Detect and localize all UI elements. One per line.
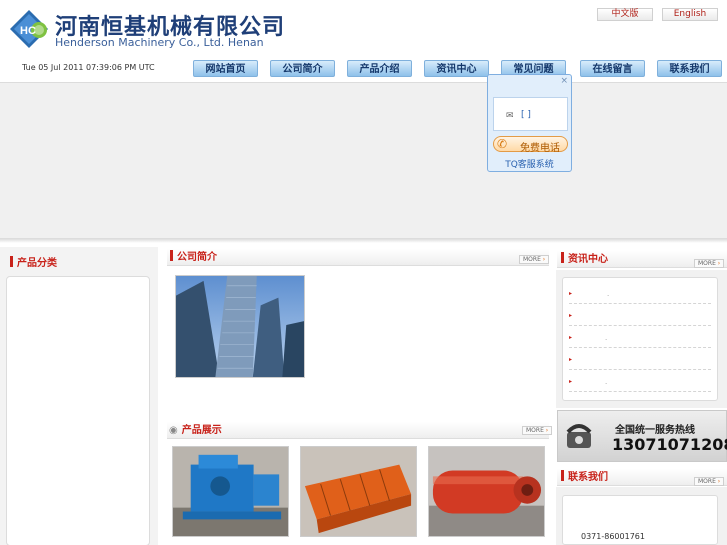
product-image-crusher[interactable] — [172, 446, 289, 537]
company-more-link[interactable]: MORE › — [519, 255, 550, 264]
free-call-button[interactable]: ✆ 免费电话 — [493, 136, 568, 154]
contact-phone: 0371-86001761 — [581, 532, 645, 541]
product-image-ball-mill[interactable] — [428, 446, 545, 537]
banner-divider — [0, 239, 727, 243]
news-item[interactable]: ▸ — [569, 306, 711, 326]
company-building-image — [175, 275, 305, 378]
tq-email-box[interactable]: ✉ [ ] — [493, 97, 568, 131]
phone-icon: ✆ — [497, 137, 508, 151]
company-intro-header — [167, 249, 549, 266]
company-intro-title: 公司简介 — [170, 250, 217, 266]
free-call-label: 免费电话 — [520, 143, 560, 154]
company-logo[interactable]: HC — [8, 8, 50, 50]
svg-text:HC: HC — [20, 25, 36, 37]
telephone-icon — [566, 424, 592, 448]
nav-item-about[interactable]: 公司简介 — [270, 60, 335, 77]
title-marker — [561, 470, 564, 481]
company-name-en: Henderson Machinery Co., Ltd. Henan — [55, 36, 264, 49]
page: HC 河南恒基机械有限公司 Henderson Machinery Co., L… — [0, 0, 727, 545]
banner-area — [0, 82, 727, 239]
tq-email-label: [ ] — [521, 110, 531, 120]
product-showcase-header — [167, 422, 549, 439]
title-marker — [10, 256, 13, 267]
nav-item-news[interactable]: 资讯中心 — [424, 60, 489, 77]
nav-item-contact[interactable]: 联系我们 — [657, 60, 722, 77]
news-item[interactable]: ▸. — [569, 284, 711, 304]
hotline-number: 13071071208 — [612, 435, 727, 454]
tq-chat-widget[interactable]: × ✉ [ ] ✆ 免费电话 TQ客服系统 — [487, 74, 572, 172]
language-english-button[interactable]: English — [662, 8, 718, 21]
tq-system-link[interactable]: TQ客服系统 — [488, 157, 571, 170]
close-icon[interactable]: × — [560, 76, 568, 86]
news-item[interactable]: ▸. — [569, 372, 711, 392]
mail-icon: ✉ — [506, 111, 514, 121]
nav-item-products[interactable]: 产品介绍 — [347, 60, 412, 77]
news-list: ▸. ▸ ▸. ▸ ▸. — [562, 277, 718, 401]
product-category-title: 产品分类 — [10, 256, 57, 272]
product-category-panel — [6, 276, 150, 545]
news-more-link[interactable]: MORE › — [694, 259, 725, 268]
news-item[interactable]: ▸. — [569, 328, 711, 348]
contact-more-link[interactable]: MORE › — [694, 477, 725, 486]
news-center-title: 资讯中心 — [561, 252, 608, 268]
hotline-label: 全国统一服务热线 — [615, 425, 695, 436]
products-more-link[interactable]: MORE › — [522, 426, 553, 435]
nav-item-message[interactable]: 在线留言 — [580, 60, 645, 77]
product-image-screen[interactable] — [300, 446, 417, 537]
service-hotline-banner: 全国统一服务热线 13071071208 — [557, 410, 727, 462]
title-marker — [561, 252, 564, 263]
contact-panel: 0371-86001761 — [562, 495, 718, 545]
nav-item-home[interactable]: 网站首页 — [193, 60, 258, 77]
bullet-icon: ◉ — [169, 425, 178, 436]
news-item[interactable]: ▸ — [569, 350, 711, 370]
current-datetime: Tue 05 Jul 2011 07:39:06 PM UTC — [22, 63, 155, 72]
title-marker — [170, 250, 173, 261]
product-showcase-title: ◉ 产品展示 — [169, 425, 222, 436]
contact-us-title: 联系我们 — [561, 470, 608, 486]
language-chinese-button[interactable]: 中文版 — [597, 8, 653, 21]
